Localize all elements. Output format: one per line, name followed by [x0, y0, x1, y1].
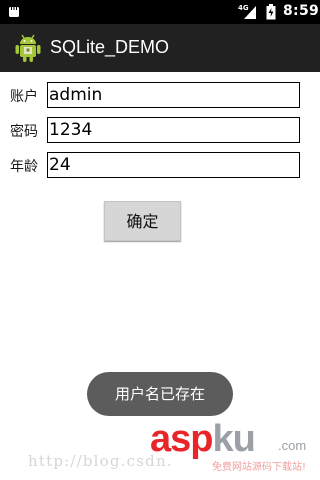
age-row: 年龄 24	[0, 152, 320, 178]
account-row: 账户 admin	[0, 82, 320, 108]
action-bar: SQLite_DEMO	[0, 24, 320, 72]
confirm-button[interactable]: 确定	[104, 201, 181, 241]
password-row: 密码 1234	[0, 117, 320, 143]
watermark-asp: asp	[150, 418, 213, 460]
age-input[interactable]: 24	[47, 152, 300, 178]
status-bar: 4G 8:59	[0, 0, 320, 24]
password-input[interactable]: 1234	[47, 117, 300, 143]
password-label: 密码	[10, 124, 38, 140]
app-title: SQLite_DEMO	[50, 37, 170, 57]
android-icon	[15, 34, 41, 62]
toast-message: 用户名已存在	[87, 372, 233, 416]
watermark-ku: ku	[212, 418, 255, 460]
status-time: 8:59	[283, 3, 320, 19]
network-type-label: 4G	[238, 4, 249, 12]
watermark-logo: aspku .com 免费网站源码下载站!	[150, 418, 318, 476]
notification-icon	[9, 7, 19, 17]
watermark-logo-text: aspku	[150, 418, 256, 461]
account-input[interactable]: admin	[47, 82, 300, 108]
age-label: 年龄	[10, 159, 38, 175]
battery-icon	[266, 4, 276, 20]
account-label: 账户	[10, 89, 38, 105]
watermark-tagline: 免费网站源码下载站!	[212, 462, 307, 473]
signal-icon: 4G	[238, 4, 258, 20]
watermark-com: .com	[278, 438, 307, 453]
